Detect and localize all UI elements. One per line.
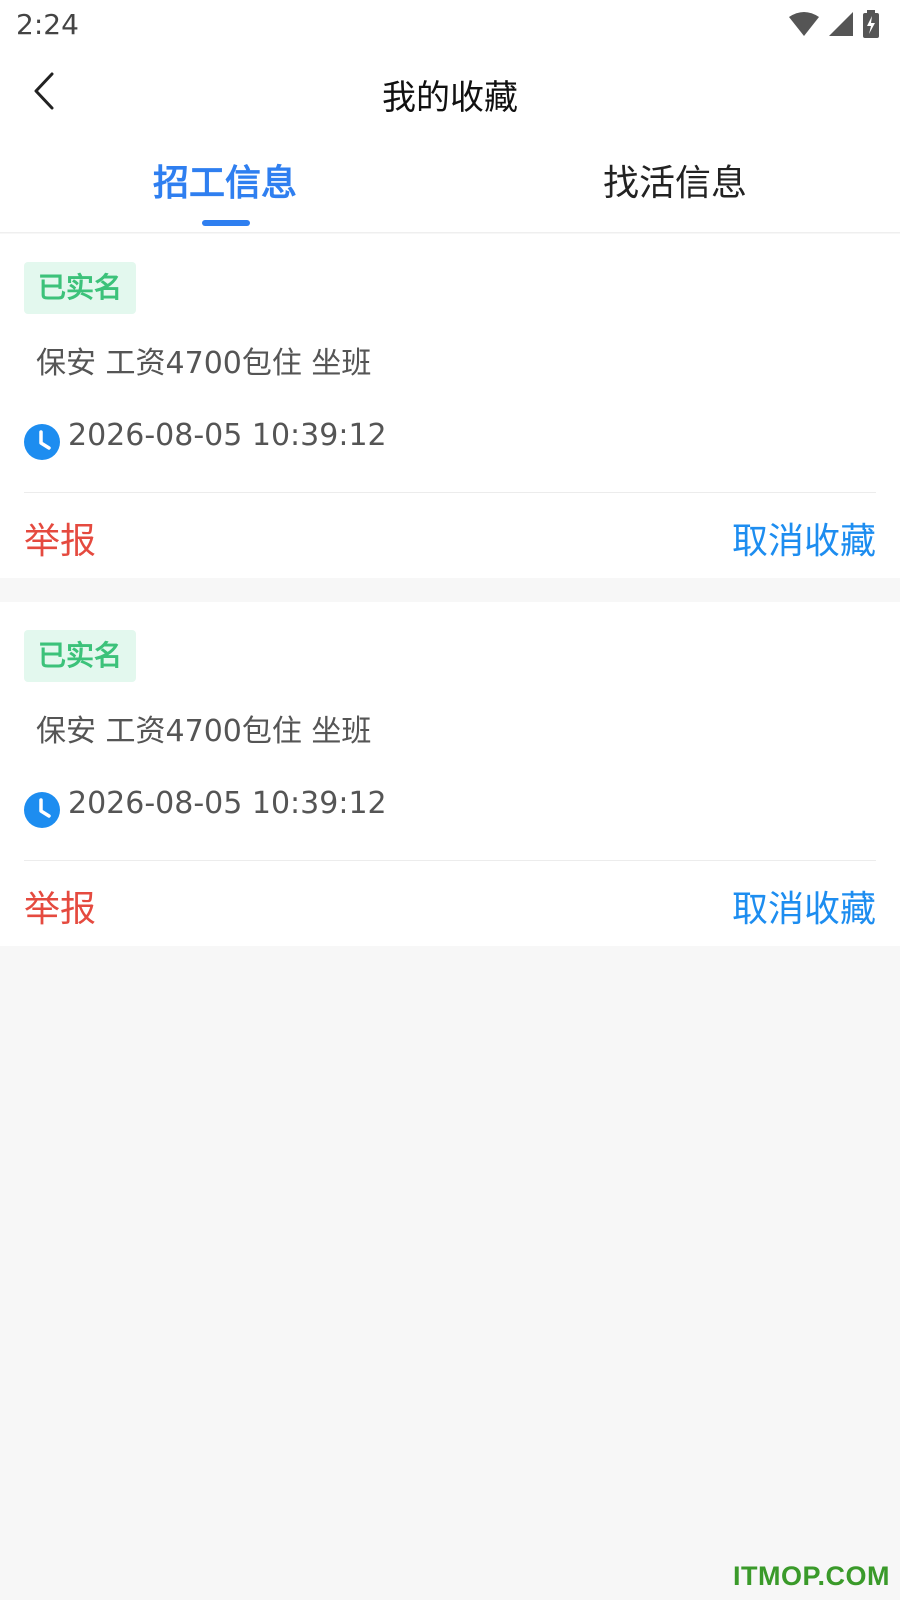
favorite-time: 2026-08-05 10:39:12 [68,418,387,453]
clock-icon [24,792,60,828]
verified-badge: 已实名 [24,262,137,314]
favorite-card[interactable]: 已实名 保安 工资4700包住 坐班 2026-08-05 10:39:12 举… [0,234,900,578]
wifi-icon [788,11,820,37]
top-bar: 2:24 我的收藏 招工信息 找活信息 [0,0,900,233]
unfavorite-button[interactable]: 取消收藏 [732,512,876,564]
page-title: 我的收藏 [382,78,518,118]
report-button[interactable]: 举报 [24,880,96,932]
verified-badge: 已实名 [24,630,137,682]
report-button[interactable]: 举报 [24,512,96,564]
status-time: 2:24 [16,8,79,41]
unfavorite-button[interactable]: 取消收藏 [732,880,876,932]
tab-recruitment-info[interactable]: 招工信息 [0,158,450,210]
battery-charging-icon [862,10,880,38]
divider [24,492,876,493]
favorite-card[interactable]: 已实名 保安 工资4700包住 坐班 2026-08-05 10:39:12 举… [0,602,900,946]
tab-job-seeking-info[interactable]: 找活信息 [450,158,900,210]
job-title: 保安 工资4700包住 坐班 [36,346,372,381]
clock-icon [24,424,60,460]
divider [24,860,876,861]
signal-icon [828,11,854,37]
watermark: ITMOP.COM [732,1561,890,1591]
favorite-time: 2026-08-05 10:39:12 [68,786,387,821]
job-title: 保安 工资4700包住 坐班 [36,714,372,749]
status-icons [788,8,880,40]
active-tab-indicator [202,220,250,226]
